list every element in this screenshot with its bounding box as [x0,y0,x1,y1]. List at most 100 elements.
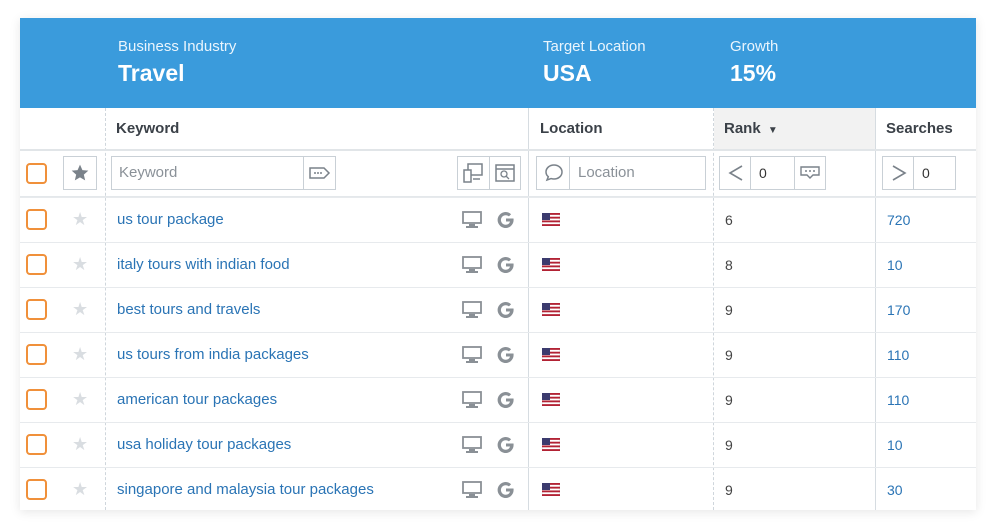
searches-value[interactable]: 30 [887,468,903,512]
google-icon[interactable] [496,300,516,320]
favorite-star-icon[interactable]: ★ [72,389,88,410]
table-row[interactable]: ★ usa holiday tour packages 9 10 [20,422,976,467]
rank-filter-input[interactable]: 0 [719,156,826,190]
searches-value[interactable]: 170 [887,288,910,332]
row-checkbox[interactable] [26,209,47,230]
favorite-star-icon[interactable]: ★ [72,299,88,320]
location-value: USA [543,60,592,86]
rank-value: 9 [725,482,733,498]
summary-banner: Business Industry Travel Target Location… [20,18,976,108]
input-separator [794,157,795,189]
us-flag-icon [542,213,560,226]
google-icon[interactable] [496,345,516,365]
keyword-link[interactable]: us tour package [117,198,224,242]
filter-row: Keyword Location 0 0 [20,151,976,196]
rank-value: 9 [725,347,733,363]
favorite-star-icon[interactable]: ★ [72,434,88,455]
google-icon[interactable] [496,390,516,410]
row-checkbox[interactable] [26,389,47,410]
row-checkbox[interactable] [26,479,47,500]
rank-value: 6 [725,212,733,228]
us-flag-icon [542,303,560,316]
favorite-star-icon[interactable]: ★ [72,209,88,230]
searches-value[interactable]: 720 [887,198,910,242]
desktop-icon [462,481,482,498]
rank-value: 8 [725,257,733,273]
keyword-link[interactable]: italy tours with indian food [117,243,290,287]
devices-icon[interactable] [462,162,484,184]
searches-filter-value: 0 [922,165,930,181]
row-checkbox[interactable] [26,254,47,275]
keyword-link[interactable]: us tours from india packages [117,333,309,377]
keyword-link[interactable]: best tours and travels [117,288,260,332]
keyword-card: Business Industry Travel Target Location… [20,18,976,510]
column-header-keyword[interactable]: Keyword [116,108,179,150]
favorite-star-icon[interactable]: ★ [72,344,88,365]
rank-value: 9 [725,392,733,408]
industry-label: Business Industry [118,38,237,55]
keyword-filter-input[interactable]: Keyword [111,156,336,190]
location-field: Target Location USA [543,38,646,88]
keyword-link[interactable]: american tour packages [117,378,277,422]
location-filter-input[interactable]: Location [536,156,706,190]
column-header-rank[interactable]: Rank ▼ [714,108,875,150]
greater-than-icon[interactable] [890,164,908,182]
growth-field: Growth 15% [730,38,778,88]
favorite-star-icon[interactable]: ★ [72,254,88,275]
table-row[interactable]: ★ us tours from india packages 9 110 [20,332,976,377]
desktop-icon [462,391,482,408]
favorite-star-icon[interactable]: ★ [72,479,88,500]
searches-value[interactable]: 110 [887,378,909,422]
rank-value: 9 [725,302,733,318]
google-icon[interactable] [496,480,516,500]
google-icon[interactable] [496,210,516,230]
growth-label: Growth [730,38,779,55]
rank-header-label: Rank [724,120,761,137]
row-checkbox[interactable] [26,344,47,365]
us-flag-icon [542,348,560,361]
table-row[interactable]: ★ singapore and malaysia tour packages 9… [20,467,976,512]
keyword-link[interactable]: usa holiday tour packages [117,423,291,467]
google-icon[interactable] [496,435,516,455]
us-flag-icon [542,483,560,496]
favorites-filter-button[interactable] [63,156,97,190]
desktop-icon [462,256,482,273]
table-row[interactable]: ★ american tour packages 9 110 [20,377,976,422]
searches-filter-input[interactable]: 0 [882,156,956,190]
location-filter-placeholder: Location [578,164,635,181]
column-header-location[interactable]: Location [540,108,603,150]
google-icon[interactable] [496,255,516,275]
chat-bubble-icon [545,164,563,182]
table-row[interactable]: ★ best tours and travels 9 170 [20,287,976,332]
input-separator [489,157,490,189]
keyword-link[interactable]: singapore and malaysia tour packages [117,468,374,512]
desktop-icon [462,436,482,453]
desktop-icon [462,211,482,228]
input-separator [750,157,751,189]
rank-filter-value: 0 [759,165,767,181]
searches-value[interactable]: 110 [887,333,909,377]
desktop-icon [462,301,482,318]
us-flag-icon [542,393,560,406]
industry-field: Business Industry Travel [118,38,236,88]
desktop-icon [462,346,482,363]
growth-value: 15% [730,60,777,86]
row-checkbox[interactable] [26,434,47,455]
rank-value: 9 [725,437,733,453]
table-row[interactable]: ★ us tour package 6 720 [20,197,976,242]
column-header-searches[interactable]: Searches [886,108,953,150]
searches-value[interactable]: 10 [887,423,903,467]
row-checkbox[interactable] [26,299,47,320]
rank-options-icon[interactable] [799,165,821,181]
select-all-checkbox[interactable] [26,163,47,184]
input-separator [569,157,570,189]
searches-value[interactable]: 10 [887,243,903,287]
less-than-icon[interactable] [727,164,745,182]
keyword-filter-placeholder: Keyword [119,164,178,181]
serp-preview-icon[interactable] [494,162,516,184]
input-separator [303,157,304,189]
table-row[interactable]: ★ italy tours with indian food 8 10 [20,242,976,287]
us-flag-icon [542,438,560,451]
us-flag-icon [542,258,560,271]
star-icon [71,164,89,181]
